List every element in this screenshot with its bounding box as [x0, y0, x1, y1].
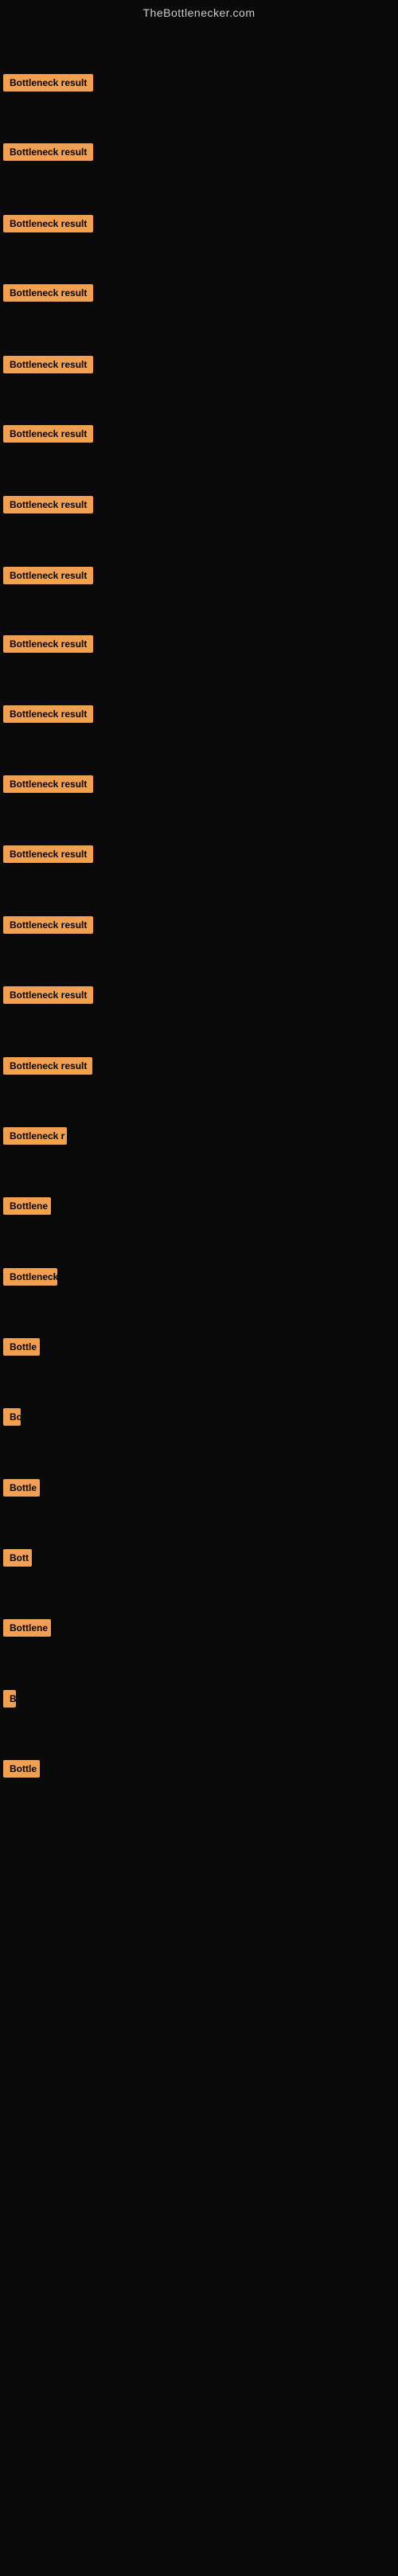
result-row-6: Bottleneck result	[3, 425, 93, 447]
result-row-3: Bottleneck result	[3, 215, 93, 236]
result-row-12: Bottleneck result	[3, 845, 93, 867]
result-row-13: Bottleneck result	[3, 916, 93, 938]
bottleneck-badge-3[interactable]: Bottleneck result	[3, 215, 93, 232]
bottleneck-badge-7[interactable]: Bottleneck result	[3, 496, 93, 513]
bottleneck-badge-16[interactable]: Bottleneck r	[3, 1127, 67, 1145]
result-row-15: Bottleneck result	[3, 1057, 92, 1079]
result-row-7: Bottleneck result	[3, 496, 93, 517]
site-title: TheBottlenecker.com	[0, 0, 398, 29]
result-row-20: Bo	[3, 1408, 21, 1430]
result-row-14: Bottleneck result	[3, 986, 93, 1008]
bottleneck-badge-5[interactable]: Bottleneck result	[3, 356, 93, 373]
bottleneck-badge-13[interactable]: Bottleneck result	[3, 916, 93, 934]
bottleneck-badge-9[interactable]: Bottleneck result	[3, 635, 93, 653]
bottleneck-badge-21[interactable]: Bottle	[3, 1479, 40, 1497]
bottleneck-badge-20[interactable]: Bo	[3, 1408, 21, 1426]
result-row-9: Bottleneck result	[3, 635, 93, 657]
bottleneck-badge-25[interactable]: Bottle	[3, 1760, 40, 1778]
bottleneck-badge-18[interactable]: Bottleneck	[3, 1268, 57, 1286]
result-row-24: B	[3, 1690, 16, 1711]
result-row-17: Bottlene	[3, 1197, 51, 1219]
bottleneck-badge-12[interactable]: Bottleneck result	[3, 845, 93, 863]
result-row-21: Bottle	[3, 1479, 40, 1501]
result-row-10: Bottleneck result	[3, 705, 93, 727]
bottleneck-badge-10[interactable]: Bottleneck result	[3, 705, 93, 723]
bottleneck-badge-2[interactable]: Bottleneck result	[3, 143, 93, 161]
result-row-25: Bottle	[3, 1760, 40, 1782]
result-row-2: Bottleneck result	[3, 143, 93, 165]
result-row-4: Bottleneck result	[3, 284, 93, 306]
result-row-5: Bottleneck result	[3, 356, 93, 377]
result-row-23: Bottlene	[3, 1619, 51, 1641]
bottleneck-badge-22[interactable]: Bott	[3, 1549, 32, 1567]
result-row-1: Bottleneck result	[3, 74, 93, 96]
result-row-18: Bottleneck	[3, 1268, 57, 1290]
bottleneck-badge-17[interactable]: Bottlene	[3, 1197, 51, 1215]
bottleneck-badge-15[interactable]: Bottleneck result	[3, 1057, 92, 1075]
result-row-19: Bottle	[3, 1338, 40, 1360]
bottleneck-badge-6[interactable]: Bottleneck result	[3, 425, 93, 443]
result-row-8: Bottleneck result	[3, 567, 93, 588]
bottleneck-badge-24[interactable]: B	[3, 1690, 16, 1708]
result-row-22: Bott	[3, 1549, 32, 1571]
bottleneck-badge-11[interactable]: Bottleneck result	[3, 775, 93, 793]
bottleneck-badge-8[interactable]: Bottleneck result	[3, 567, 93, 584]
bottleneck-badge-23[interactable]: Bottlene	[3, 1619, 51, 1637]
bottleneck-badge-19[interactable]: Bottle	[3, 1338, 40, 1356]
result-row-11: Bottleneck result	[3, 775, 93, 797]
bottleneck-badge-1[interactable]: Bottleneck result	[3, 74, 93, 92]
bottleneck-badge-14[interactable]: Bottleneck result	[3, 986, 93, 1004]
bottleneck-badge-4[interactable]: Bottleneck result	[3, 284, 93, 302]
result-row-16: Bottleneck r	[3, 1127, 67, 1149]
